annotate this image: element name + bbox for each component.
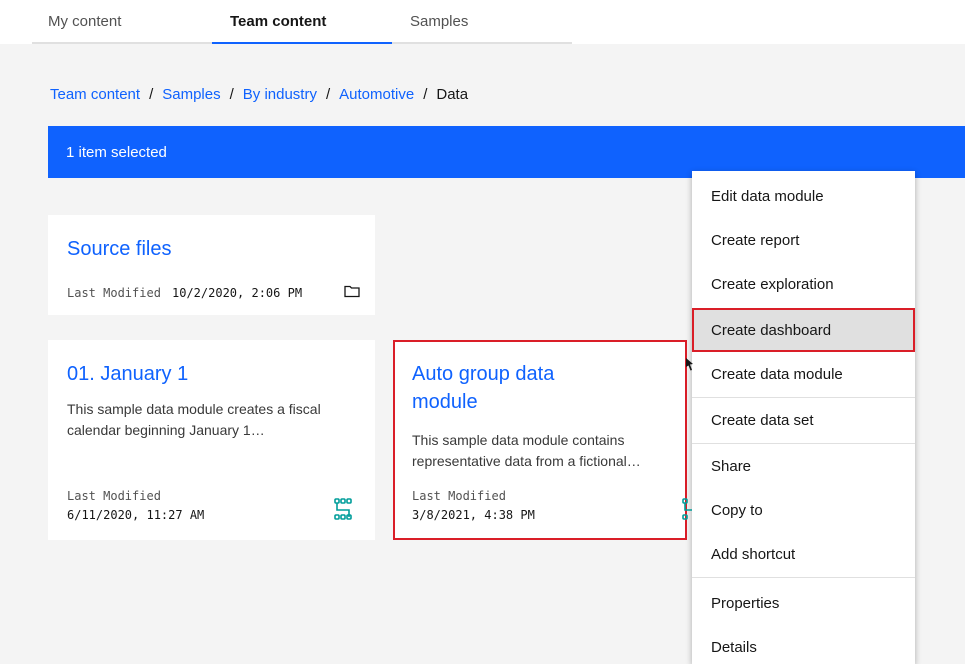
tab-my-content[interactable]: My content bbox=[32, 0, 212, 42]
tab-samples[interactable]: Samples bbox=[392, 0, 572, 42]
card-title-line: Auto group data bbox=[412, 363, 555, 385]
tab-label: Samples bbox=[410, 12, 469, 30]
card-title[interactable]: 01. January 1 bbox=[67, 360, 188, 388]
breadcrumb-by-industry[interactable]: By industry bbox=[243, 86, 317, 103]
card-description: This sample data module creates a fiscal… bbox=[67, 401, 321, 438]
selection-count: 1 item selected bbox=[66, 143, 167, 161]
breadcrumb-separator: / bbox=[423, 86, 428, 103]
menu-item-create-data-module[interactable]: Create data module bbox=[692, 352, 915, 396]
card-title-line: module bbox=[412, 391, 478, 413]
modified-label: Last Modified bbox=[67, 286, 161, 300]
card-description-line: representative data from a fictional… bbox=[412, 453, 641, 469]
card-description: This sample data module contains represe… bbox=[412, 430, 684, 472]
breadcrumb-separator: / bbox=[149, 86, 154, 103]
menu-item-create-data-set[interactable]: Create data set bbox=[692, 398, 915, 442]
card-auto-group-data-module[interactable]: Auto group data module This sample data … bbox=[393, 340, 687, 540]
card-title[interactable]: Auto group data module bbox=[412, 360, 554, 416]
modified-value: 10/2/2020, 2:06 PM bbox=[172, 286, 303, 300]
menu-divider bbox=[692, 577, 915, 578]
menu-item-edit-data-module[interactable]: Edit data module bbox=[692, 174, 915, 218]
tab-label: Team content bbox=[230, 12, 327, 30]
menu-item-create-report[interactable]: Create report bbox=[692, 218, 915, 262]
content-tabs: My content Team content Samples bbox=[32, 0, 572, 44]
modified-label: Last Modified bbox=[67, 489, 161, 503]
menu-item-copy-to[interactable]: Copy to bbox=[692, 488, 915, 532]
tab-team-content[interactable]: Team content bbox=[212, 0, 392, 44]
data-module-icon bbox=[682, 498, 692, 520]
menu-item-share[interactable]: Share bbox=[692, 444, 915, 488]
cursor-icon bbox=[686, 358, 693, 371]
folder-icon bbox=[344, 285, 360, 298]
card-description-line: This sample data module contains bbox=[412, 432, 625, 448]
breadcrumb-current: Data bbox=[436, 86, 469, 103]
tab-label: My content bbox=[48, 12, 122, 30]
card-january-1[interactable]: 01. January 1 This sample data module cr… bbox=[48, 340, 375, 540]
breadcrumb-separator: / bbox=[325, 86, 331, 103]
breadcrumb-samples[interactable]: Samples bbox=[162, 86, 220, 103]
menu-item-add-shortcut[interactable]: Add shortcut bbox=[692, 532, 915, 576]
breadcrumb: Team content / Samples / By industry / A… bbox=[50, 86, 468, 103]
modified-value: 3/8/2021, 4:38 PM bbox=[412, 508, 535, 522]
breadcrumb-automotive[interactable]: Automotive bbox=[339, 86, 414, 103]
card-source-files[interactable]: Source files Last Modified 10/2/2020, 2:… bbox=[48, 215, 375, 315]
menu-item-create-exploration[interactable]: Create exploration bbox=[692, 262, 915, 306]
modified-label: Last Modified bbox=[412, 489, 506, 503]
breadcrumb-team-content[interactable]: Team content bbox=[50, 86, 140, 103]
modified-value: 6/11/2020, 11:27 AM bbox=[67, 508, 205, 522]
card-title[interactable]: Source files bbox=[67, 235, 172, 263]
data-module-icon bbox=[334, 498, 352, 520]
breadcrumb-separator: / bbox=[229, 86, 234, 103]
menu-item-properties[interactable]: Properties bbox=[692, 581, 915, 625]
context-menu: Edit data module Create report Create ex… bbox=[692, 171, 915, 664]
menu-item-details[interactable]: Details bbox=[692, 625, 915, 664]
menu-item-create-dashboard[interactable]: Create dashboard bbox=[692, 308, 915, 352]
